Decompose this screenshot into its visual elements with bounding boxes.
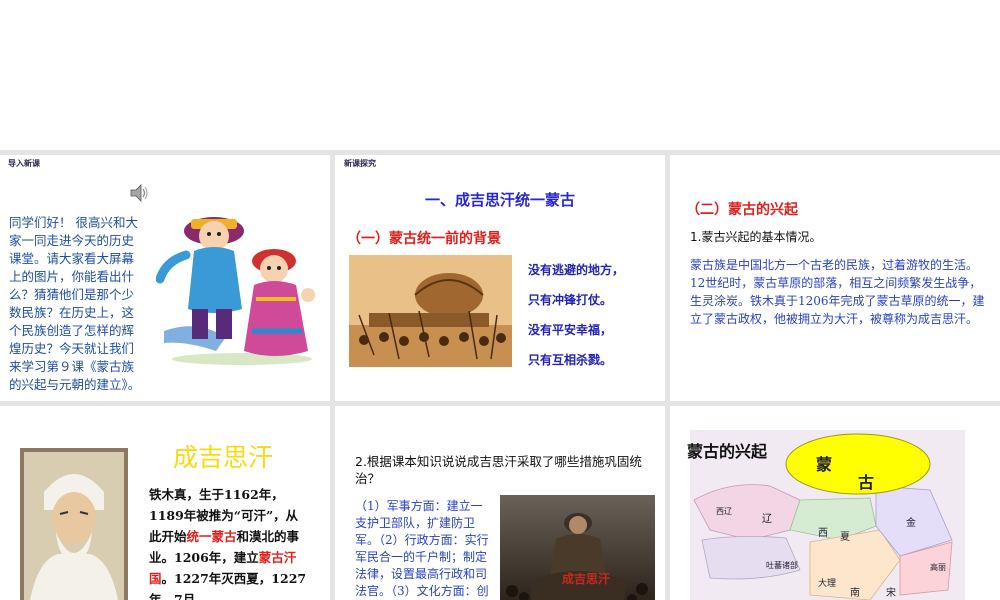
map-label: 西: [818, 528, 828, 539]
map-label: 南: [850, 586, 860, 599]
movie-poster-image: 成吉思汗: [500, 495, 655, 600]
intro-text: 同学们好！ 很高兴和大家一同走进今天的历史课堂。请大家看大屏幕上的图片，你能看出…: [9, 215, 141, 392]
slide-map[interactable]: 蒙 古 辽 西 夏 吐蕃诸部 南 宋 大理 金 西辽 高丽 蒙古的兴起: [670, 406, 1000, 600]
map-label: 宋: [886, 586, 896, 599]
map-label: 高丽: [930, 562, 946, 572]
point-heading: 1.蒙古兴起的基本情况。: [690, 230, 822, 244]
section-subtitle: （一）蒙古统一前的背景: [347, 231, 501, 247]
slide-tag: 导入新课: [8, 159, 40, 168]
map-label: 蒙: [816, 455, 832, 474]
poem-text: 没有逃避的地方， 只有冲锋打仗。 没有平安幸福， 只有互相杀戮。: [528, 255, 624, 375]
map-label: 夏: [840, 531, 850, 543]
slide-tag: 新课探究: [344, 159, 376, 168]
battle-painting-image: [349, 255, 512, 367]
slide-measures[interactable]: 2.根据课本知识说说成吉思汗采取了哪些措施巩固统治？ （1）军事方面：建立一支护…: [335, 406, 665, 600]
map-label: 辽: [762, 513, 772, 525]
slide-mongol-rise[interactable]: （二）蒙古的兴起 1.蒙古兴起的基本情况。 蒙古族是中国北方一个古老的民族，过着…: [670, 155, 1000, 401]
map-label: 古: [858, 473, 874, 492]
bio-part: 。1227年灭西夏，1227年，7月: [149, 571, 307, 600]
map-label: 大理: [818, 577, 836, 589]
question-text: 2.根据课本知识说说成吉思汗采取了哪些措施巩固统治？: [355, 454, 642, 486]
slide-intro[interactable]: 导入新课 同学们好！ 很高兴和大家一同走进今天的历史课堂。请大家看大屏幕上的图片…: [0, 155, 330, 401]
point-body: 蒙古族是中国北方一个古老的民族，过着游牧的生活。 12世纪时，蒙古草原的部落，相…: [690, 258, 985, 326]
slide-title: 蒙古的兴起: [687, 442, 768, 461]
poem-line: 没有平安幸福，: [528, 323, 613, 337]
slide-background[interactable]: 新课探究 一、成吉思汗统一蒙古 （一）蒙古统一前的背景 没有逃避的地方， 只有冲…: [335, 155, 665, 401]
map-label: 金: [906, 516, 916, 529]
section-subtitle: （二）蒙古的兴起: [686, 202, 798, 218]
poem-line: 只有冲锋打仗。: [528, 293, 613, 307]
bio-highlight: 统一蒙古: [186, 529, 237, 544]
answer-text: （1）军事方面：建立一支护卫部队，扩建防卫军。（2）行政方面：实行军民合一的千户…: [355, 499, 489, 598]
poem-line: 没有逃避的地方，: [528, 263, 625, 277]
mongolian-children-illustration: [156, 217, 315, 365]
speaker-icon[interactable]: [128, 182, 150, 204]
genghis-khan-portrait: [20, 448, 128, 600]
map-label: 吐蕃诸部: [766, 560, 798, 570]
person-name: 成吉思汗: [173, 443, 274, 472]
blank-area: [0, 0, 1000, 150]
slide-genghis-khan[interactable]: 成吉思汗 铁木真，生于1162年， 1189年被推为“可汗”，从此开始统一蒙古和…: [0, 406, 330, 600]
map-label: 西辽: [716, 507, 732, 516]
poem-line: 只有互相杀戮。: [528, 353, 613, 367]
poster-title: 成吉思汗: [562, 571, 610, 586]
biography-text: 铁木真，生于1162年， 1189年被推为“可汗”，从此开始统一蒙古和漠北的事业…: [149, 484, 309, 600]
section-title: 一、成吉思汗统一蒙古: [424, 191, 575, 209]
